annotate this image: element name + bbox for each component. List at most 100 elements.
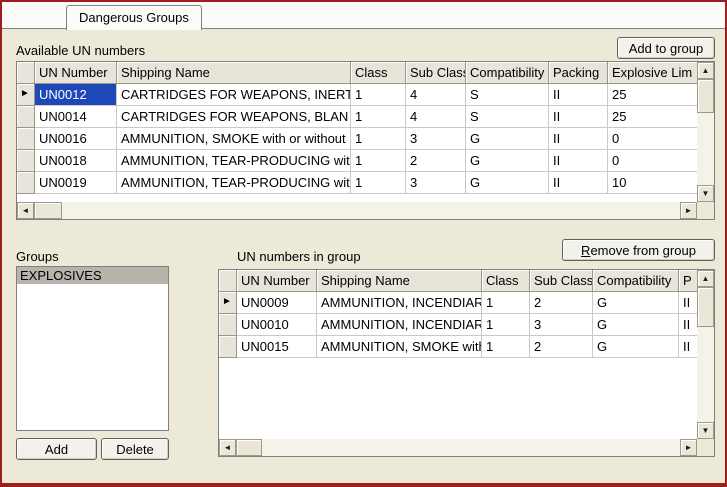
groups-label: Groups	[16, 249, 59, 264]
grid-cell[interactable]: 1	[351, 172, 406, 194]
scroll-right-icon[interactable]: ►	[680, 439, 697, 456]
grid-cell[interactable]: 1	[482, 336, 530, 358]
grid-cell[interactable]: G	[466, 128, 549, 150]
delete-group-button[interactable]: Delete	[101, 438, 169, 460]
available-vertical-scrollbar[interactable]: ▲ ▼	[697, 62, 714, 202]
grid-cell[interactable]: AMMUNITION, SMOKE with	[317, 336, 482, 358]
tab-dangerous-groups[interactable]: Dangerous Groups	[66, 5, 202, 30]
column-header[interactable]: Sub Class	[406, 62, 466, 84]
horizontal-scroll-thumb[interactable]	[34, 202, 62, 219]
available-horizontal-scrollbar[interactable]: ◄ ►	[17, 202, 697, 219]
group-un-grid: UN NumberShipping NameClassSub ClassComp…	[218, 269, 715, 457]
grid-cell[interactable]: 4	[406, 106, 466, 128]
column-header[interactable]: Compatibility	[466, 62, 549, 84]
table-row: UN0019AMMUNITION, TEAR-PRODUCING wit13GI…	[17, 172, 715, 194]
scroll-left-icon[interactable]: ◄	[219, 439, 236, 456]
group-grid-header: UN NumberShipping NameClassSub ClassComp…	[219, 270, 715, 292]
grid-cell[interactable]: 3	[406, 172, 466, 194]
grid-cell[interactable]: 2	[530, 292, 593, 314]
grid-cell[interactable]: 3	[406, 128, 466, 150]
scroll-up-icon[interactable]: ▲	[697, 270, 714, 287]
column-header[interactable]: Shipping Name	[317, 270, 482, 292]
grid-cell[interactable]: G	[593, 314, 679, 336]
grid-cell[interactable]: UN0018	[35, 150, 117, 172]
column-header[interactable]: Packing	[549, 62, 608, 84]
grid-cell[interactable]: S	[466, 84, 549, 106]
grid-cell[interactable]: CARTRIDGES FOR WEAPONS, BLAN	[117, 106, 351, 128]
remove-from-group-button[interactable]: Remove from group	[562, 239, 715, 261]
grid-cell[interactable]: 4	[406, 84, 466, 106]
grid-cell[interactable]: AMMUNITION, TEAR-PRODUCING wit	[117, 172, 351, 194]
grid-cell[interactable]: UN0016	[35, 128, 117, 150]
list-item[interactable]: EXPLOSIVES	[17, 267, 168, 284]
grid-cell[interactable]: II	[549, 150, 608, 172]
grid-cell[interactable]: AMMUNITION, INCENDIAR	[317, 292, 482, 314]
grid-cell[interactable]: UN0010	[237, 314, 317, 336]
indicator-column-header	[17, 62, 35, 84]
row-indicator-cell[interactable]	[17, 106, 35, 128]
grid-cell[interactable]: G	[593, 336, 679, 358]
grid-cell[interactable]: II	[549, 128, 608, 150]
row-indicator-cell[interactable]	[219, 336, 237, 358]
column-header[interactable]: UN Number	[35, 62, 117, 84]
grid-cell[interactable]: 1	[351, 106, 406, 128]
column-header[interactable]: Sub Class	[530, 270, 593, 292]
scroll-right-icon[interactable]: ►	[680, 202, 697, 219]
indicator-column-header	[219, 270, 237, 292]
grid-cell[interactable]: 1	[482, 292, 530, 314]
grid-cell[interactable]: UN0009	[237, 292, 317, 314]
grid-cell[interactable]: AMMUNITION, TEAR-PRODUCING wit	[117, 150, 351, 172]
add-group-button[interactable]: Add	[16, 438, 97, 460]
available-un-numbers-label: Available UN numbers	[16, 43, 145, 58]
grid-cell[interactable]: G	[466, 172, 549, 194]
row-indicator-arrow-icon[interactable]: ►	[219, 292, 237, 314]
table-row: UN0014CARTRIDGES FOR WEAPONS, BLAN14SII2…	[17, 106, 715, 128]
row-indicator-cell[interactable]	[219, 314, 237, 336]
column-header[interactable]: Class	[351, 62, 406, 84]
grid-cell[interactable]: CARTRIDGES FOR WEAPONS, INERT	[117, 84, 351, 106]
column-header[interactable]: Compatibility	[593, 270, 679, 292]
vertical-scroll-thumb[interactable]	[697, 287, 714, 327]
grid-cell[interactable]: UN0014	[35, 106, 117, 128]
scroll-left-icon[interactable]: ◄	[17, 202, 34, 219]
column-header[interactable]: UN Number	[237, 270, 317, 292]
grid-cell[interactable]: UN0012	[35, 84, 117, 106]
grid-cell[interactable]: 2	[406, 150, 466, 172]
row-indicator-cell[interactable]	[17, 172, 35, 194]
grid-cell[interactable]: S	[466, 106, 549, 128]
grid-cell[interactable]: 1	[351, 128, 406, 150]
grid-cell[interactable]: 1	[482, 314, 530, 336]
horizontal-scroll-thumb[interactable]	[236, 439, 262, 456]
grid-cell[interactable]: UN0019	[35, 172, 117, 194]
row-indicator-cell[interactable]	[17, 128, 35, 150]
grid-cell[interactable]: AMMUNITION, SMOKE with or without b	[117, 128, 351, 150]
grid-cell[interactable]: 1	[351, 150, 406, 172]
dangerous-groups-window: Dangerous Groups Available UN numbers Ad…	[0, 0, 727, 487]
scroll-down-icon[interactable]: ▼	[697, 422, 714, 439]
table-row: UN0010AMMUNITION, INCENDIAR13GII	[219, 314, 715, 336]
column-header[interactable]: Class	[482, 270, 530, 292]
grid-cell[interactable]: II	[549, 172, 608, 194]
grid-cell[interactable]: 2	[530, 336, 593, 358]
grid-cell[interactable]: G	[593, 292, 679, 314]
scroll-down-icon[interactable]: ▼	[697, 185, 714, 202]
grid-cell[interactable]: II	[549, 106, 608, 128]
group-horizontal-scrollbar[interactable]: ◄ ►	[219, 439, 697, 456]
groups-listbox[interactable]: EXPLOSIVES	[16, 266, 169, 431]
scroll-up-icon[interactable]: ▲	[697, 62, 714, 79]
un-numbers-in-group-label: UN numbers in group	[237, 249, 361, 264]
vertical-scroll-thumb[interactable]	[697, 79, 714, 113]
column-header[interactable]: Shipping Name	[117, 62, 351, 84]
group-grid-body: ►UN0009AMMUNITION, INCENDIAR12GIIUN0010A…	[219, 292, 714, 358]
grid-cell[interactable]: AMMUNITION, INCENDIAR	[317, 314, 482, 336]
grid-cell[interactable]: II	[549, 84, 608, 106]
grid-cell[interactable]: 3	[530, 314, 593, 336]
tab-label: Dangerous Groups	[79, 10, 189, 25]
row-indicator-arrow-icon[interactable]: ►	[17, 84, 35, 106]
grid-cell[interactable]: UN0015	[237, 336, 317, 358]
add-to-group-button[interactable]: Add to group	[617, 37, 715, 59]
grid-cell[interactable]: G	[466, 150, 549, 172]
grid-cell[interactable]: 1	[351, 84, 406, 106]
row-indicator-cell[interactable]	[17, 150, 35, 172]
group-vertical-scrollbar[interactable]: ▲ ▼	[697, 270, 714, 439]
